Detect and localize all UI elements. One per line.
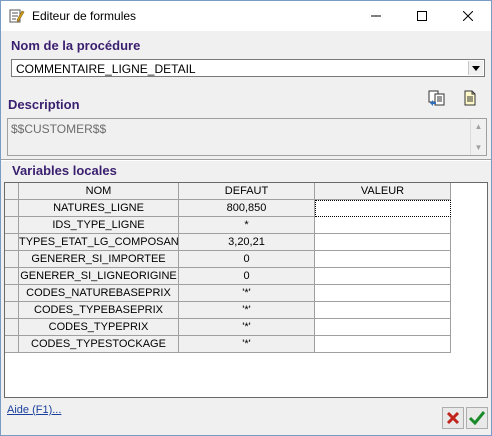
section-divider: [1, 159, 491, 161]
window-title: Editeur de formules: [32, 9, 137, 23]
help-link[interactable]: Aide (F1)...: [7, 404, 61, 416]
chevron-down-icon[interactable]: [468, 61, 483, 75]
column-header: NOM: [19, 183, 179, 200]
close-icon: [463, 11, 473, 21]
maximize-button[interactable]: [399, 1, 445, 31]
maximize-icon: [417, 11, 427, 21]
close-button[interactable]: [445, 1, 491, 31]
description-value: $$CUSTOMER$$: [11, 122, 107, 136]
document-icon[interactable]: [461, 89, 479, 107]
variable-value-input[interactable]: [315, 268, 451, 285]
row-header[interactable]: [5, 200, 19, 217]
scroll-up-icon[interactable]: ▲: [474, 122, 483, 131]
row-header[interactable]: [5, 319, 19, 336]
minimize-icon: [371, 15, 381, 17]
column-header: DEFAUT: [179, 183, 315, 200]
copy-formula-icon[interactable]: [428, 89, 446, 107]
row-header[interactable]: [5, 234, 19, 251]
variable-default: '*': [179, 336, 315, 353]
scroll-down-icon[interactable]: ▼: [474, 143, 483, 152]
green-check-icon: [469, 411, 485, 425]
row-header[interactable]: [5, 285, 19, 302]
description-field[interactable]: $$CUSTOMER$$ ▲ ▼: [7, 118, 487, 156]
variable-name: CODES_TYPEPRIX: [19, 319, 179, 336]
variable-name: CODES_TYPESTOCKAGE: [19, 336, 179, 353]
row-header[interactable]: [5, 336, 19, 353]
variable-default: '*': [179, 285, 315, 302]
variable-value-input[interactable]: [315, 285, 451, 302]
variable-name: NATURES_LIGNE: [19, 200, 179, 217]
variable-default: 800,850: [179, 200, 315, 217]
description-scrollbar[interactable]: ▲ ▼: [470, 119, 486, 155]
formula-editor-icon: [9, 8, 25, 24]
variable-default: *: [179, 217, 315, 234]
variable-default: 0: [179, 268, 315, 285]
variable-name: IDS_TYPE_LIGNE: [19, 217, 179, 234]
title-bar: Editeur de formules: [1, 1, 491, 31]
variable-value-input[interactable]: [315, 217, 451, 234]
column-header: VALEUR: [315, 183, 451, 200]
row-header[interactable]: [5, 268, 19, 285]
variable-value-input[interactable]: [315, 302, 451, 319]
procedure-name-label: Nom de la procédure: [11, 38, 141, 53]
variable-default: 3,20,21: [179, 234, 315, 251]
row-header[interactable]: [5, 302, 19, 319]
variable-name: TYPES_ETAT_LG_COMPOSANT: [19, 234, 179, 251]
variable-name: GENERER_SI_LIGNEORIGINE: [19, 268, 179, 285]
minimize-button[interactable]: [353, 1, 399, 31]
variable-default: '*': [179, 302, 315, 319]
description-label: Description: [8, 97, 80, 112]
procedure-select-value: COMMENTAIRE_LIGNE_DETAIL: [16, 62, 196, 76]
variable-value-input[interactable]: [315, 200, 451, 217]
formula-editor-window: Editeur de formules Nom de la procédure …: [0, 0, 492, 436]
procedure-select[interactable]: COMMENTAIRE_LIGNE_DETAIL: [11, 59, 485, 77]
variable-default: '*': [179, 319, 315, 336]
cancel-button[interactable]: [442, 407, 464, 429]
row-header-corner: [5, 183, 19, 200]
variable-name: CODES_TYPEBASEPRIX: [19, 302, 179, 319]
variable-value-input[interactable]: [315, 234, 451, 251]
ok-button[interactable]: [466, 407, 488, 429]
variable-name: CODES_NATUREBASEPRIX: [19, 285, 179, 302]
variable-default: 0: [179, 251, 315, 268]
row-header[interactable]: [5, 217, 19, 234]
red-x-icon: [446, 411, 460, 425]
local-variables-label: Variables locales: [12, 163, 117, 178]
variable-value-input[interactable]: [315, 319, 451, 336]
row-header[interactable]: [5, 251, 19, 268]
variable-value-input[interactable]: [315, 251, 451, 268]
variable-value-input[interactable]: [315, 336, 451, 353]
variables-grid: NOM DEFAUT VALEUR NATURES_LIGNE 800,850 IDS_T…: [4, 182, 488, 398]
variable-name: GENERER_SI_IMPORTEE: [19, 251, 179, 268]
